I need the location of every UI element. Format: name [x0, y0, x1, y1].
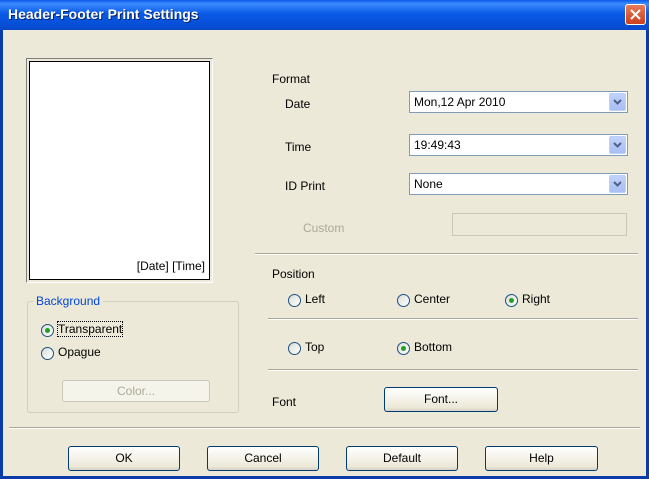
font-button-label: Font...: [423, 392, 458, 406]
separator-vertical: [268, 369, 638, 371]
help-button-label: Help: [529, 451, 554, 465]
close-icon: [630, 9, 641, 20]
cancel-button-label: Cancel: [244, 451, 282, 465]
opaque-label[interactable]: Opague: [58, 345, 101, 359]
right-radio[interactable]: [505, 294, 518, 307]
opaque-radio[interactable]: [41, 347, 54, 360]
time-label: Time: [285, 140, 312, 154]
separator-position: [268, 318, 638, 320]
format-heading: Format: [272, 72, 311, 86]
id-print-combo[interactable]: None: [409, 173, 628, 195]
separator-bottom: [9, 427, 640, 429]
close-button[interactable]: [625, 4, 646, 25]
separator-format: [255, 253, 638, 255]
time-dropdown-button[interactable]: [609, 136, 626, 154]
bottom-label[interactable]: Bottom: [414, 340, 452, 354]
chevron-down-icon: [613, 181, 622, 187]
color-button-label: Color...: [116, 384, 155, 398]
transparent-radio[interactable]: [41, 324, 54, 337]
top-radio[interactable]: [288, 342, 301, 355]
date-combo[interactable]: Mon,12 Apr 2010: [409, 91, 628, 113]
top-label[interactable]: Top: [305, 340, 324, 354]
id-print-label: ID Print: [285, 179, 326, 193]
date-value: Mon,12 Apr 2010: [414, 95, 506, 109]
color-button[interactable]: Color...: [62, 380, 210, 402]
left-radio[interactable]: [288, 294, 301, 307]
preview-frame: [Date] [Time]: [26, 58, 213, 283]
window-title: Header-Footer Print Settings: [8, 6, 199, 22]
left-label[interactable]: Left: [305, 292, 325, 306]
bottom-radio[interactable]: [397, 342, 410, 355]
transparent-label[interactable]: Transparent: [56, 321, 124, 337]
preview-page: [Date] [Time]: [29, 61, 210, 280]
custom-label: Custom: [303, 221, 345, 235]
date-dropdown-button[interactable]: [609, 93, 626, 111]
chevron-down-icon: [613, 142, 622, 148]
id-print-value: None: [414, 177, 443, 191]
font-label: Font: [272, 395, 297, 409]
default-button[interactable]: Default: [346, 446, 458, 471]
center-label[interactable]: Center: [414, 292, 450, 306]
center-radio[interactable]: [397, 294, 410, 307]
time-value: 19:49:43: [414, 138, 461, 152]
default-button-label: Default: [382, 451, 422, 465]
font-button[interactable]: Font...: [384, 387, 498, 412]
title-bar[interactable]: Header-Footer Print Settings: [0, 0, 649, 30]
preview-caption: [Date] [Time]: [136, 259, 205, 273]
custom-input[interactable]: [452, 213, 627, 236]
position-heading: Position: [272, 267, 315, 281]
chevron-down-icon: [613, 99, 622, 105]
id-print-dropdown-button[interactable]: [609, 175, 626, 193]
ok-button-label: OK: [115, 451, 133, 465]
help-button[interactable]: Help: [485, 446, 598, 471]
background-legend: Background: [33, 294, 104, 308]
cancel-button[interactable]: Cancel: [207, 446, 319, 471]
ok-button[interactable]: OK: [68, 446, 180, 471]
time-combo[interactable]: 19:49:43: [409, 134, 628, 156]
date-label: Date: [285, 97, 311, 111]
right-label[interactable]: Right: [522, 292, 550, 306]
